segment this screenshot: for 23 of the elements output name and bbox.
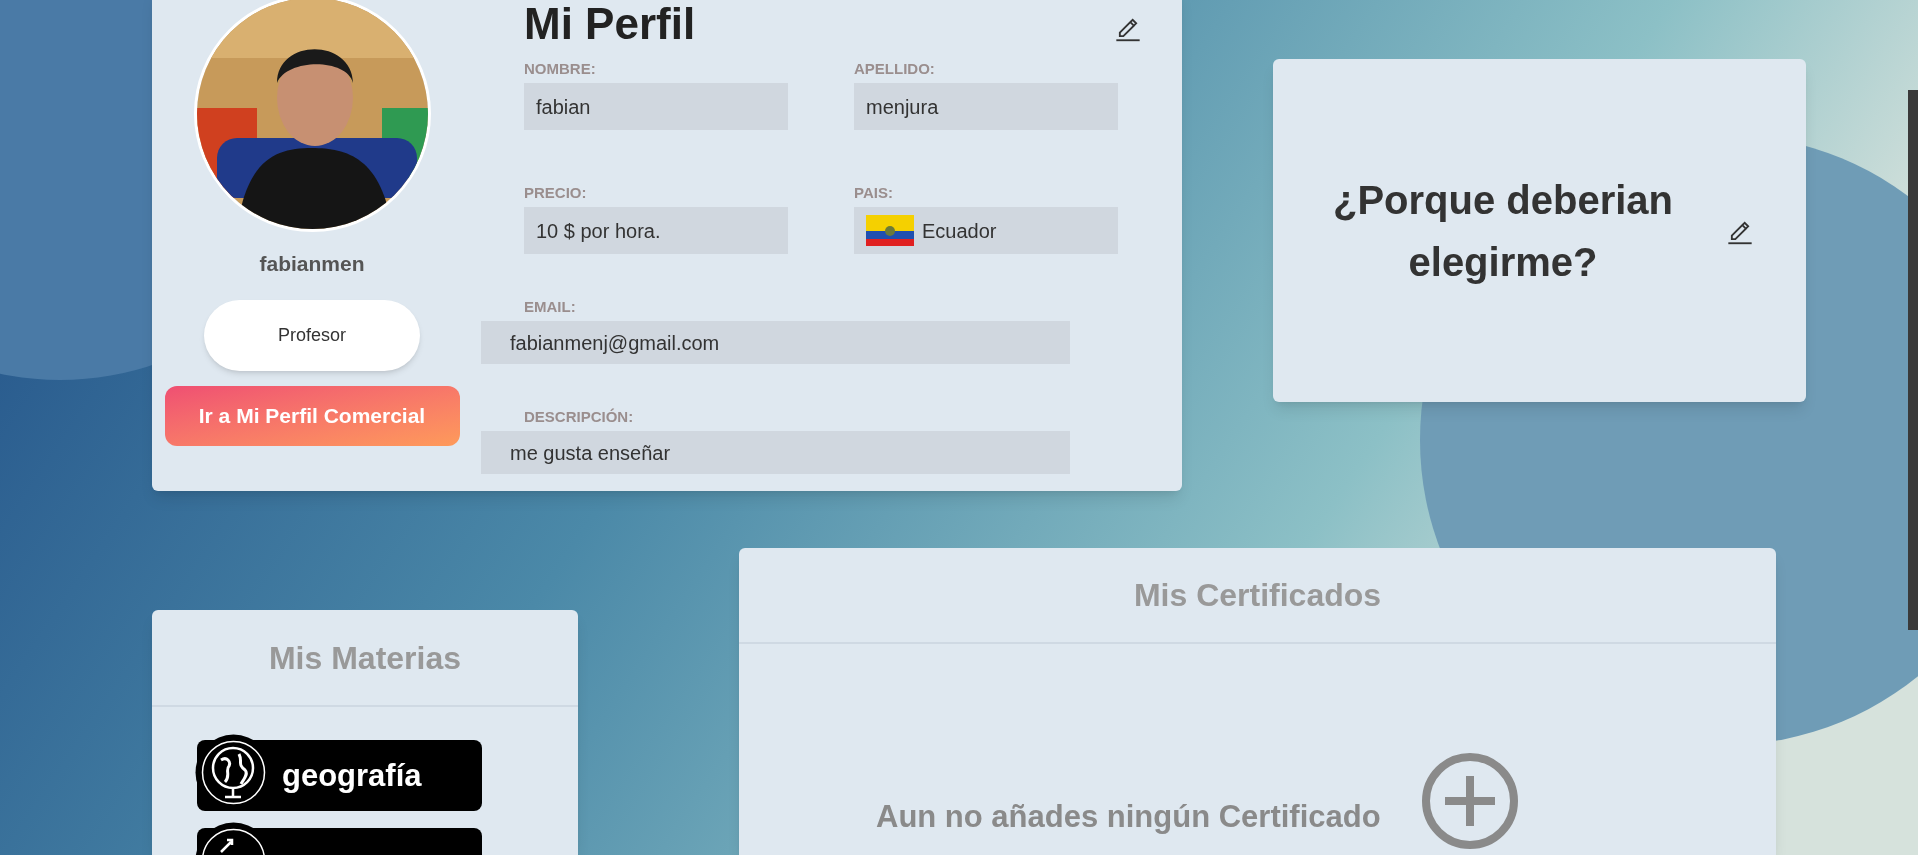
add-icon[interactable] — [1420, 752, 1519, 850]
field-label: DESCRIPCIÓN: — [524, 408, 635, 426]
field-label: APELLIDO: — [854, 60, 936, 78]
role-button[interactable]: Profesor — [204, 299, 420, 371]
field-value: me gusta enseñar — [481, 431, 1070, 474]
scrollbar-thumb[interactable] — [1908, 90, 1918, 630]
flag-icon — [866, 215, 914, 246]
field-label: PAIS: — [854, 184, 894, 202]
field-value: fabian — [524, 83, 788, 130]
field-label: PRECIO: — [524, 184, 588, 202]
field-value: 10 $ por hora. — [524, 207, 788, 254]
field-value: fabianmenj@gmail.com — [481, 321, 1070, 364]
card-title: ¿Porque deberian elegirme? — [1331, 176, 1675, 286]
field-label: NOMBRE: — [524, 60, 597, 78]
field-value: menjura — [854, 83, 1118, 130]
card-title: Mis Certificados — [1133, 576, 1382, 615]
card-title: Mis Materias — [268, 638, 462, 678]
page-title: Mi Perfil — [524, 0, 696, 48]
country-field: Ecuador — [854, 207, 1118, 254]
field-label: EMAIL: — [524, 298, 577, 316]
subject-label: geografía — [282, 757, 422, 796]
empty-message: Aun no añades ningún Certificado — [876, 798, 1381, 836]
username: fabianmen — [259, 251, 365, 277]
